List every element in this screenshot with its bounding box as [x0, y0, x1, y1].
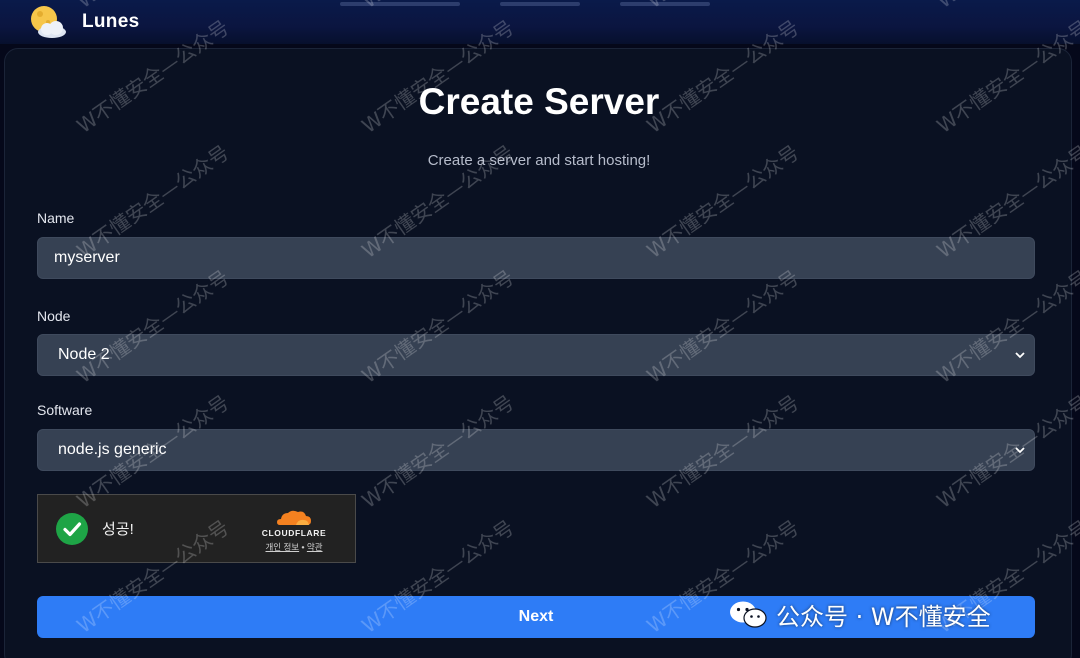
link-separator: • — [301, 542, 305, 552]
moon-cloud-icon — [26, 2, 70, 42]
page-title: Create Server — [418, 81, 660, 122]
node-select-value: Node 2 — [58, 346, 110, 363]
nav-links-blurred — [340, 0, 740, 10]
software-select-value: node.js generic — [58, 441, 167, 458]
software-label: Software — [37, 402, 93, 418]
captcha-links: 개인 정보 • 약관 — [249, 541, 339, 553]
success-check-icon — [56, 512, 88, 545]
chevron-down-icon — [1015, 352, 1025, 359]
page-subtitle: Create a server and start hosting! — [427, 152, 651, 169]
captcha-status: 성공! — [102, 521, 134, 538]
wechat-caption: 公众号 · W不懂安全 — [728, 596, 991, 632]
cloudflare-brand: CLOUDFLARE 개인 정보 • 약관 — [249, 507, 339, 553]
name-input-value: myserver — [54, 249, 120, 266]
software-select[interactable]: node.js generic — [37, 429, 1035, 471]
wechat-icon — [730, 601, 767, 628]
name-label: Name — [37, 210, 75, 226]
privacy-link[interactable]: 개인 정보 — [265, 542, 299, 552]
chevron-down-icon — [1015, 447, 1025, 454]
create-server-card: Create Server Create a server and start … — [4, 48, 1072, 658]
cloudflare-captcha-widget[interactable]: 성공! CLOUDFLARE 개인 정보 • 약관 — [37, 494, 356, 563]
top-navbar: Lunes — [0, 0, 1080, 44]
app-title[interactable]: Lunes — [82, 11, 139, 33]
cloudflare-wordmark: CLOUDFLARE — [261, 528, 327, 538]
terms-link[interactable]: 약관 — [307, 542, 323, 552]
cloudflare-cloud-icon — [277, 510, 311, 525]
node-label: Node — [37, 308, 71, 324]
name-input[interactable]: myserver — [37, 237, 1035, 279]
wechat-caption-text: 公众号 · W不懂安全 — [776, 602, 991, 631]
node-select[interactable]: Node 2 — [37, 334, 1035, 376]
